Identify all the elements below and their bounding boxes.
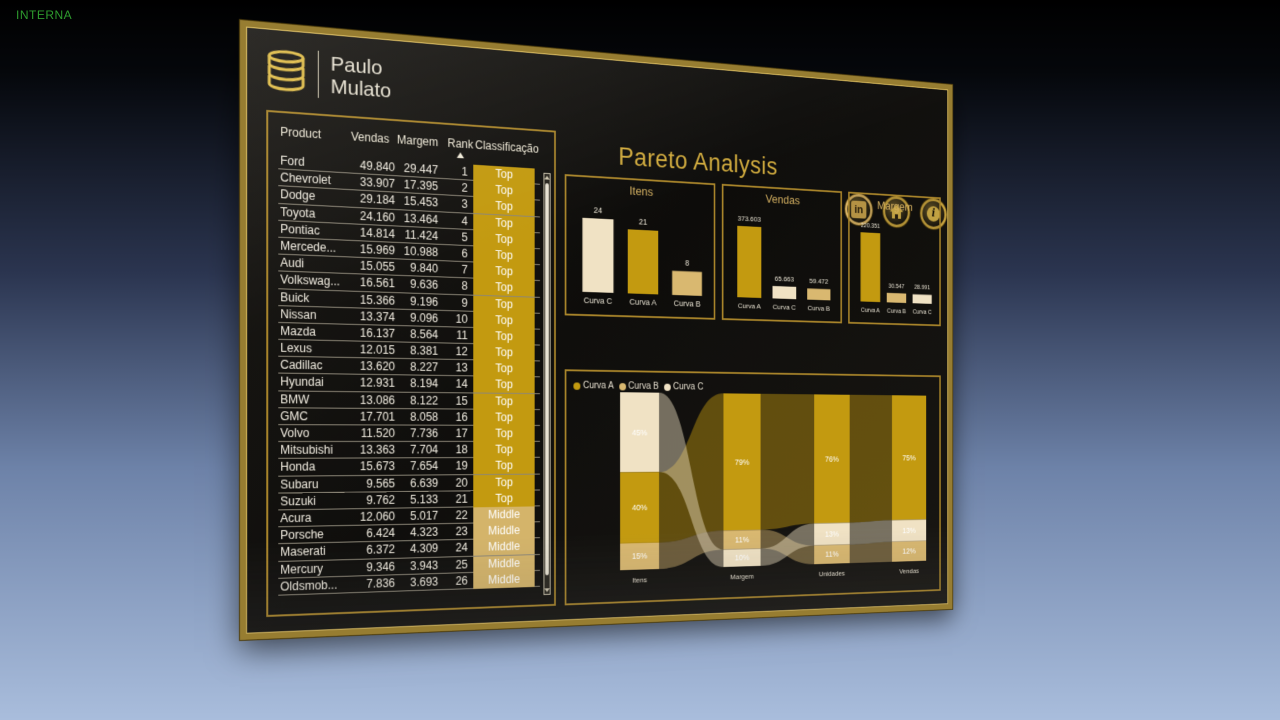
dashboard-reflection <box>240 20 953 640</box>
stage: Paulo Mulato Product Vendas Margem Rank … <box>0 0 1280 720</box>
